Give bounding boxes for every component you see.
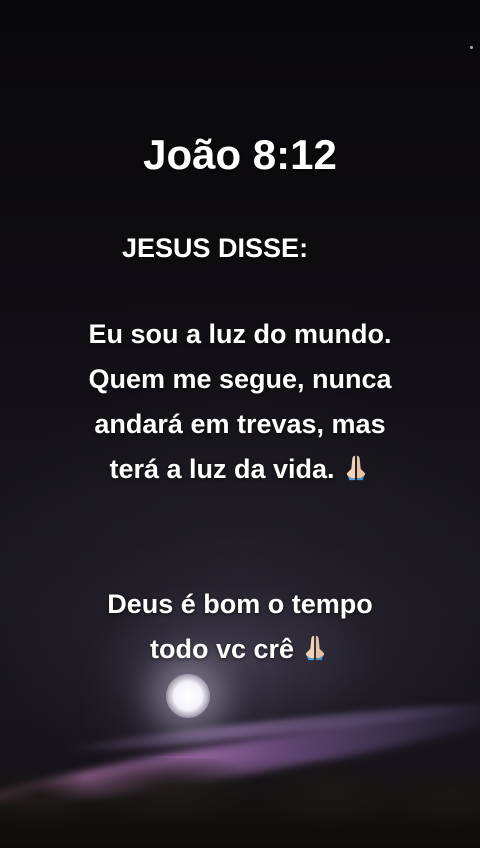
moon xyxy=(166,674,210,718)
closing-text: Deus é bom o tempo todo vc crê xyxy=(80,582,400,672)
folded-hands-icon xyxy=(305,635,325,661)
closing-text-content: Deus é bom o tempo todo vc crê xyxy=(107,589,373,664)
story-subtitle: JESUS DISSE: xyxy=(122,233,309,263)
star xyxy=(470,46,473,49)
treeline xyxy=(0,758,480,848)
story-background: João 8:12 JESUS DISSE: Eu sou a luz do m… xyxy=(0,0,480,848)
story-title: João 8:12 xyxy=(143,131,337,178)
verse-text: Eu sou a luz do mundo. Quem me segue, nu… xyxy=(80,312,400,492)
folded-hands-icon xyxy=(346,455,365,481)
